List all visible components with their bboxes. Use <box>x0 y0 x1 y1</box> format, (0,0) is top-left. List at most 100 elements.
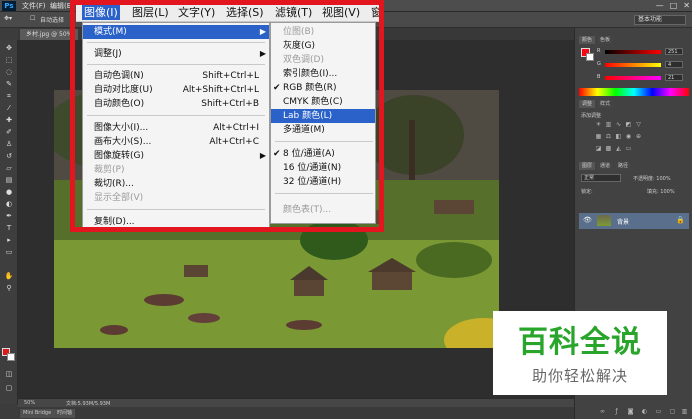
color-background-swatch[interactable] <box>586 53 594 61</box>
menu-filter[interactable]: 滤镜(T) <box>275 4 312 20</box>
tab-adjustments[interactable]: 调整 <box>579 100 596 108</box>
invert-icon[interactable]: ◪ <box>595 146 602 152</box>
maximize-button[interactable]: □ <box>670 1 678 10</box>
crop-tool-icon[interactable]: ⌗ <box>4 92 14 100</box>
menu-layer[interactable]: 图层(L) <box>132 4 169 20</box>
menu-item-trim[interactable]: 裁切(R)... <box>83 177 269 191</box>
hue-saturation-icon[interactable]: ▦ <box>595 134 602 140</box>
trash-icon[interactable]: ▥ <box>681 409 688 415</box>
menu-item-canvas-size[interactable]: 画布大小(S)... Alt+Ctrl+C <box>83 135 269 149</box>
submenu-item-cmyk-color[interactable]: CMYK 颜色(C) <box>271 95 375 109</box>
submenu-item-color-table[interactable]: 颜色表(T)... <box>271 203 375 217</box>
menu-item-mode[interactable]: 模式(M) ▶ <box>83 25 269 39</box>
move-tool-icon[interactable]: ✥ <box>4 44 14 52</box>
menu-item-reveal-all[interactable]: 显示全部(V) <box>83 191 269 205</box>
blue-value-field[interactable]: 21 <box>665 74 683 81</box>
menu-image[interactable]: 图像(I) <box>82 4 120 20</box>
eyedropper-tool-icon[interactable]: ⁄ <box>4 104 14 112</box>
move-tool-icon[interactable]: ✥▾ <box>4 15 12 22</box>
tab-timeline[interactable]: 时间轴 <box>54 409 76 418</box>
workspace-select[interactable]: 基本功能 <box>634 15 686 25</box>
color-balance-icon[interactable]: ⚖ <box>605 134 612 140</box>
tab-layers[interactable]: 图层 <box>579 162 596 170</box>
new-group-icon[interactable]: ▭ <box>655 409 662 415</box>
eye-icon[interactable]: 👁 <box>583 216 592 224</box>
menu-item-auto-color[interactable]: 自动颜色(O) Shift+Ctrl+B <box>83 97 269 111</box>
blue-slider[interactable] <box>605 76 661 80</box>
menu-type[interactable]: 文字(Y) <box>178 4 215 20</box>
quick-select-tool-icon[interactable]: ✎ <box>4 80 14 88</box>
color-spectrum-ramp[interactable] <box>579 88 689 96</box>
background-color-swatch[interactable] <box>7 353 15 361</box>
submenu-item-32-bit[interactable]: 32 位/通道(H) <box>271 175 375 189</box>
tab-color[interactable]: 颜色 <box>579 36 596 44</box>
link-layers-icon[interactable]: ∞ <box>599 409 606 415</box>
blend-mode-select[interactable]: 正常 <box>581 174 621 182</box>
tab-swatches[interactable]: 色板 <box>597 36 614 44</box>
menu-item-crop[interactable]: 裁剪(P) <box>83 163 269 177</box>
submenu-item-grayscale[interactable]: 灰度(G) <box>271 39 375 53</box>
submenu-item-8-bit[interactable]: ✔ 8 位/通道(A) <box>271 147 375 161</box>
vibrance-icon[interactable]: ▽ <box>635 122 642 128</box>
opacity-field[interactable]: 不透明度: 100% <box>633 175 671 182</box>
black-white-icon[interactable]: ◧ <box>615 134 622 140</box>
auto-select-checkbox[interactable]: ☐ <box>30 15 35 22</box>
shape-tool-icon[interactable]: ▭ <box>4 248 14 256</box>
close-button[interactable]: ✕ <box>683 1 690 10</box>
path-select-tool-icon[interactable]: ▸ <box>4 236 14 244</box>
threshold-icon[interactable]: ◭ <box>615 146 622 152</box>
blur-tool-icon[interactable]: ● <box>4 188 14 196</box>
lasso-tool-icon[interactable]: ◌ <box>4 68 14 76</box>
red-slider[interactable] <box>605 50 661 54</box>
submenu-item-duotone[interactable]: 双色调(D) <box>271 53 375 67</box>
new-layer-icon[interactable]: ▢ <box>669 409 676 415</box>
clone-stamp-tool-icon[interactable]: ♙ <box>4 140 14 148</box>
submenu-item-rgb-color[interactable]: ✔ RGB 颜色(R) <box>271 81 375 95</box>
submenu-item-indexed-color[interactable]: 索引颜色(I)... <box>271 67 375 81</box>
healing-brush-tool-icon[interactable]: ✚ <box>4 116 14 124</box>
gradient-tool-icon[interactable]: ▤ <box>4 176 14 184</box>
channel-mixer-icon[interactable]: ⊕ <box>635 134 642 140</box>
tab-styles[interactable]: 样式 <box>597 100 614 108</box>
tab-paths[interactable]: 路径 <box>615 162 632 170</box>
layer-row-background[interactable]: 👁 背景 🔒 <box>579 213 689 229</box>
menu-item-image-rotation[interactable]: 图像旋转(G) ▶ <box>83 149 269 163</box>
mask-icon[interactable]: ◙ <box>627 409 634 415</box>
green-value-field[interactable]: 4 <box>665 61 683 68</box>
zoom-tool-icon[interactable]: ⚲ <box>4 284 14 292</box>
submenu-item-16-bit[interactable]: 16 位/通道(N) <box>271 161 375 175</box>
menu-item-adjust[interactable]: 调整(J) ▶ <box>83 47 269 61</box>
document-tab[interactable]: 乡村.jpg @ 50% <box>20 29 79 40</box>
tab-channels[interactable]: 通道 <box>597 162 614 170</box>
gradient-map-icon[interactable]: ▭ <box>625 146 632 152</box>
dodge-tool-icon[interactable]: ◐ <box>4 200 14 208</box>
brightness-icon[interactable]: ☀ <box>595 122 602 128</box>
menu-item-auto-contrast[interactable]: 自动对比度(U) Alt+Shift+Ctrl+L <box>83 83 269 97</box>
submenu-item-multichannel[interactable]: 多通道(M) <box>271 123 375 137</box>
edit-menu[interactable]: 编辑(E) <box>50 1 74 11</box>
levels-icon[interactable]: ▥ <box>605 122 612 128</box>
hand-tool-icon[interactable]: ✋ <box>4 272 14 280</box>
submenu-item-lab-color[interactable]: Lab 颜色(L) <box>271 109 375 123</box>
marquee-tool-icon[interactable]: ⬚ <box>4 56 14 64</box>
pen-tool-icon[interactable]: ✒ <box>4 212 14 220</box>
green-slider[interactable] <box>605 63 661 67</box>
menu-item-duplicate[interactable]: 复制(D)... <box>83 215 269 227</box>
fill-field[interactable]: 填充: 100% <box>647 188 675 195</box>
quick-mask-icon[interactable]: ◫ <box>4 370 14 378</box>
zoom-level[interactable]: 50% <box>24 400 35 406</box>
curves-icon[interactable]: ∿ <box>615 122 622 128</box>
menu-select[interactable]: 选择(S) <box>226 4 264 20</box>
screen-mode-icon[interactable]: ▢ <box>4 384 14 392</box>
submenu-item-bitmap[interactable]: 位图(B) <box>271 25 375 39</box>
type-tool-icon[interactable]: T <box>4 224 14 232</box>
menu-item-image-size[interactable]: 图像大小(I)... Alt+Ctrl+I <box>83 121 269 135</box>
red-value-field[interactable]: 251 <box>665 48 683 55</box>
menu-view[interactable]: 视图(V) <box>322 4 360 20</box>
brush-tool-icon[interactable]: ✐ <box>4 128 14 136</box>
menu-window[interactable]: 窗 <box>371 4 382 20</box>
new-adjustment-icon[interactable]: ◐ <box>641 409 648 415</box>
posterize-icon[interactable]: ▩ <box>605 146 612 152</box>
menu-item-auto-tone[interactable]: 自动色调(N) Shift+Ctrl+L <box>83 69 269 83</box>
eraser-tool-icon[interactable]: ▱ <box>4 164 14 172</box>
